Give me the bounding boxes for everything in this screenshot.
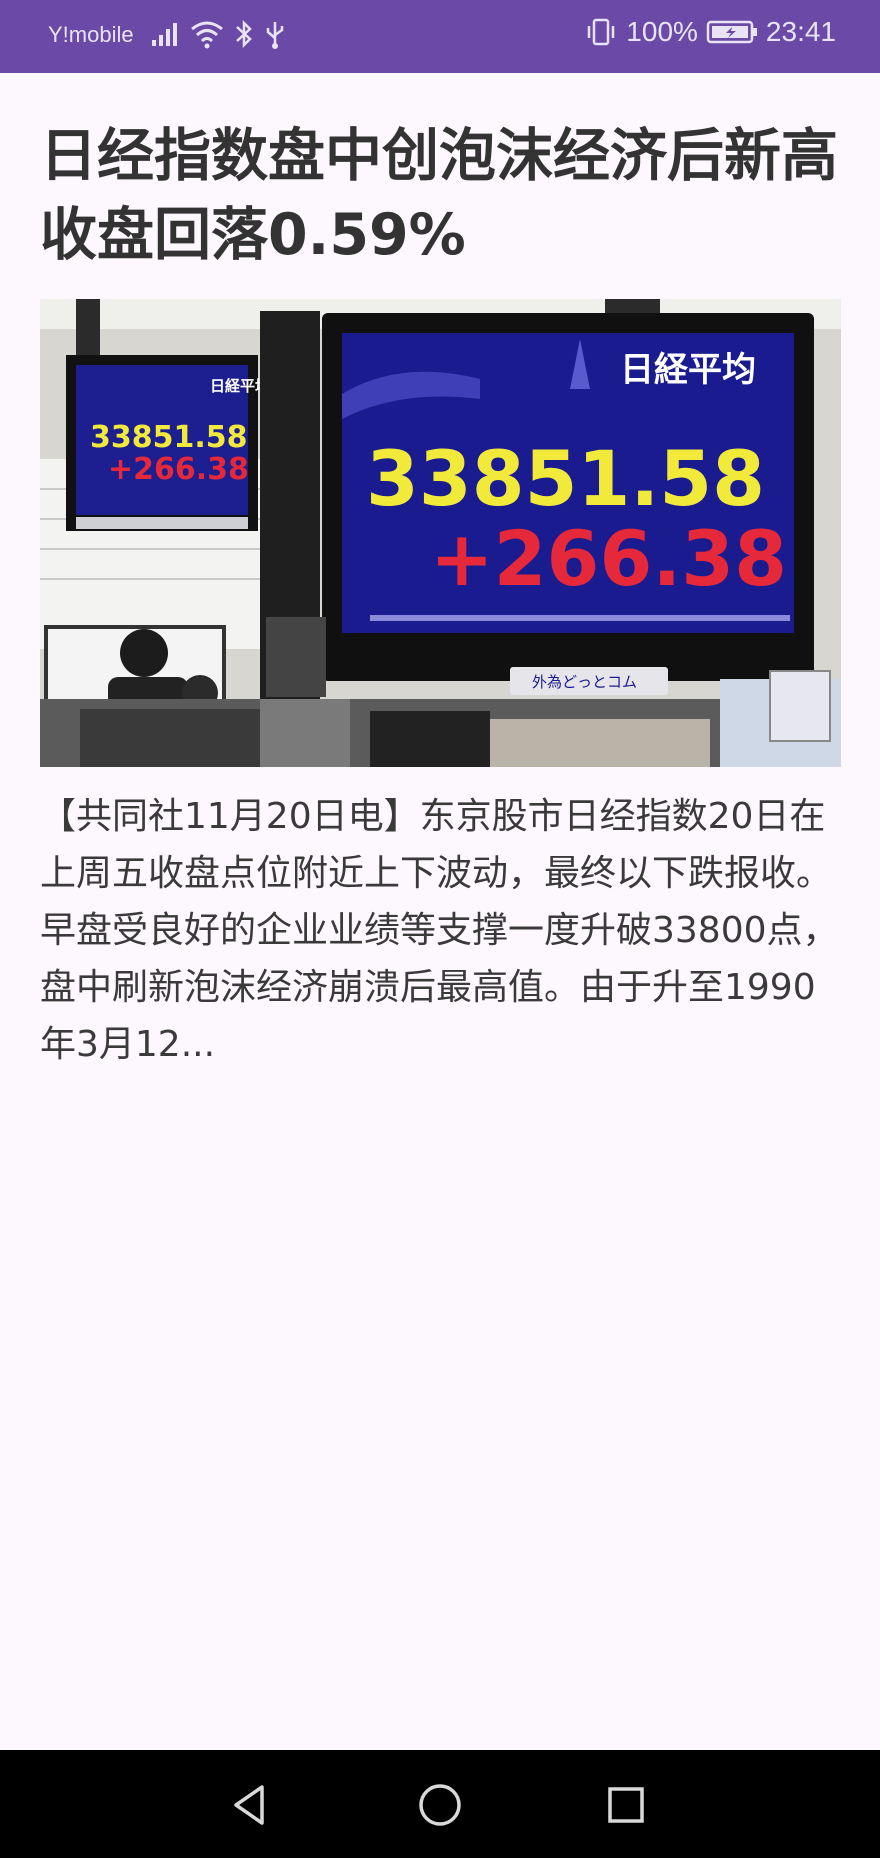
article-summary: 【共同社11月20日电】东京股市日经指数20日在上周五收盘点位附近上下波动，最终… <box>40 796 839 1065</box>
battery-percent: 100% <box>626 16 698 47</box>
small-board-value: 33851.58 <box>90 420 248 455</box>
signal-icon <box>152 23 177 46</box>
back-icon[interactable] <box>222 1777 278 1833</box>
recents-icon[interactable] <box>598 1777 654 1833</box>
main-board-label: 日経平均 <box>620 350 756 390</box>
clock: 23:41 <box>765 16 836 47</box>
sponsor-label: 外為どっとコム <box>532 673 637 691</box>
battery-charging-icon <box>706 20 757 44</box>
main-board-change: +266.38 <box>430 514 787 603</box>
vibrate-icon <box>588 18 615 46</box>
status-icons-left <box>150 18 286 50</box>
home-icon[interactable] <box>412 1777 468 1833</box>
trading-board-photo: 日経平均 33851.58 +266.38 日経平均 33851.58 +266… <box>40 299 841 767</box>
article-view[interactable]: 日经指数盘中创泡沫经济后新高 收盘回落0.59% 日経平均 33851.58 +… <box>0 73 880 1750</box>
status-bar: Y!mobile 100% 23:41 <box>0 0 880 73</box>
carrier-label: Y!mobile <box>48 22 134 47</box>
status-icons-right: 100% 23:41 <box>584 16 836 48</box>
article-title: 日经指数盘中创泡沫经济后新高 收盘回落0.59% <box>40 123 838 268</box>
small-board-change: +266.38 <box>108 452 249 487</box>
wifi-icon <box>191 21 223 49</box>
usb-icon <box>266 22 284 49</box>
main-board-value: 33851.58 <box>366 434 765 523</box>
article-photo[interactable]: 日経平均 33851.58 +266.38 日経平均 33851.58 +266… <box>40 299 841 767</box>
navigation-bar <box>0 1750 880 1858</box>
bluetooth-icon <box>236 19 252 49</box>
